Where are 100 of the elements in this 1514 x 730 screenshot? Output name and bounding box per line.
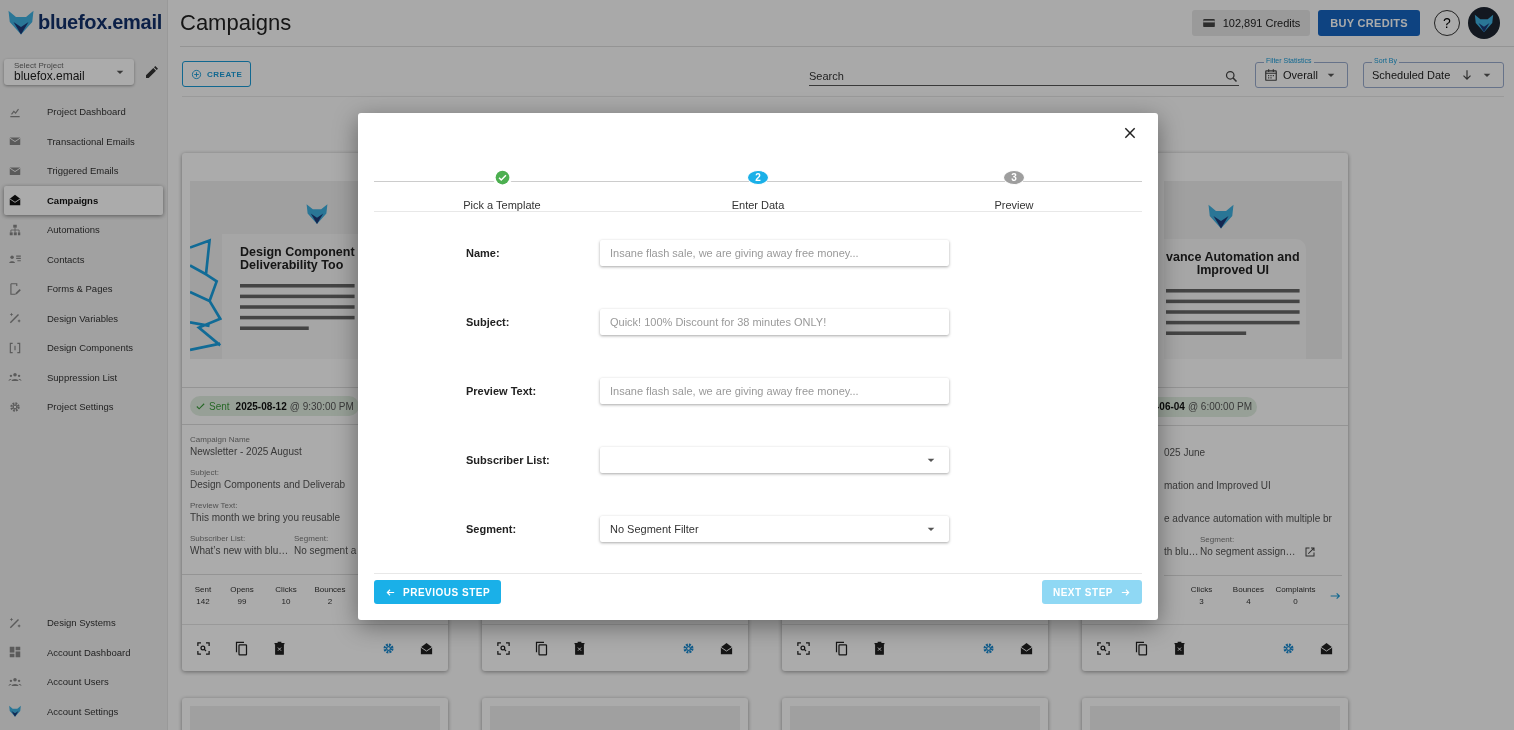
credits-count: 102,891 Credits <box>1222 17 1301 29</box>
status-label: Sent <box>209 400 230 412</box>
email-heading: vance Automation and <box>1166 251 1300 264</box>
trash-icon[interactable] <box>872 640 887 656</box>
scan-icon[interactable] <box>1096 640 1111 656</box>
logo-text: bluefox.email <box>38 10 162 34</box>
nav-item[interactable]: Transactional Emails <box>4 126 163 156</box>
open-envelope-icon <box>8 193 22 208</box>
stat-value: 10 <box>281 596 291 606</box>
brackets-icon <box>8 340 22 355</box>
input-field[interactable]: Insane flash sale, we are giving away free money... <box>600 378 949 404</box>
nav-item[interactable]: Project Settings <box>4 392 163 422</box>
step-label: Preview <box>994 199 1034 211</box>
edit-icon[interactable] <box>144 64 160 80</box>
step-label: Pick a Template <box>463 199 541 211</box>
field-value: Design Components and Deliverab <box>190 478 347 492</box>
stat-value: 4 <box>1246 597 1251 606</box>
field-label: Segment: <box>1200 534 1236 545</box>
field-label: Segment: <box>466 523 518 535</box>
copy-icon[interactable] <box>1134 640 1149 656</box>
field-label: Campaign Name <box>190 435 252 445</box>
stat-label: Opens <box>230 584 254 594</box>
field-label: Subject: <box>466 316 511 328</box>
open-envelope-icon[interactable] <box>1319 640 1334 656</box>
copy-icon[interactable] <box>534 640 549 656</box>
nav-item[interactable]: Forms & Pages <box>4 274 163 304</box>
scan-icon[interactable] <box>496 640 511 656</box>
copy-icon[interactable] <box>834 640 849 656</box>
status-date: -06-04 <box>1156 401 1185 412</box>
nav-item[interactable]: Account Users <box>4 667 163 697</box>
field-value: No segment assign… <box>1200 544 1296 559</box>
step-number: 2 <box>747 170 769 185</box>
nav-item[interactable]: Account Dashboard <box>4 637 163 667</box>
nav-item[interactable]: Triggered Emails <box>4 156 163 186</box>
buy-credits-button[interactable]: BUY CREDITS <box>1318 10 1420 36</box>
help-button[interactable]: ? <box>1434 10 1460 36</box>
gear-icon <box>8 399 22 414</box>
stat-value: 142 <box>196 596 210 606</box>
field-label: Subscriber List: <box>190 534 247 544</box>
open-envelope-icon[interactable] <box>419 640 434 656</box>
field-value: Overall <box>1283 69 1318 81</box>
stat-label: Bounces <box>1232 585 1264 594</box>
trash-icon[interactable] <box>1172 640 1187 656</box>
project-select[interactable]: Select Project bluefox.email <box>4 59 134 85</box>
field-label: Segment: <box>294 534 330 544</box>
nav-item[interactable]: Design Variables <box>4 303 163 333</box>
nav-item[interactable]: Suppression List <box>4 362 163 392</box>
stat-label: Clicks <box>275 584 297 594</box>
select-field[interactable]: No Segment Filter <box>600 516 949 542</box>
status-time: @ 6:00:00 PM <box>1187 401 1252 412</box>
field-value: mation and Improved UI <box>1164 478 1272 493</box>
form-icon <box>8 281 22 296</box>
close-icon[interactable] <box>1122 125 1138 141</box>
add-icon <box>191 68 202 80</box>
email-heading: Design Component <box>240 246 355 259</box>
search-icon <box>1224 68 1239 84</box>
nav-item[interactable]: Contacts <box>4 244 163 274</box>
field-label: Subscriber List: <box>466 454 551 466</box>
nav-item[interactable]: Design Components <box>4 333 163 363</box>
input-field[interactable]: Quick! 100% Discount for 38 minutes ONLY! <box>600 309 949 335</box>
sitemap-icon <box>8 222 22 237</box>
email-heading: Deliverability Too <box>240 259 344 272</box>
field-value: Newsletter - 2025 August <box>190 445 303 459</box>
open-envelope-icon[interactable] <box>719 640 734 656</box>
nav-item[interactable]: Design Systems <box>4 608 163 638</box>
credit-card-icon <box>1201 16 1216 30</box>
stat-label: Clicks <box>1190 585 1213 594</box>
stat-label: Bounces <box>314 584 346 594</box>
field-value: This month we bring you reusable <box>190 511 342 525</box>
search-field[interactable]: Search <box>809 68 1224 84</box>
input-field[interactable]: Insane flash sale, we are giving away free money... <box>600 240 949 266</box>
check-icon <box>195 400 206 412</box>
field-value: 025 June <box>1164 445 1207 460</box>
status-date: 2025-08-12 <box>235 400 287 412</box>
external-link-icon[interactable] <box>1303 545 1316 558</box>
field-label: Preview Text: <box>466 385 538 397</box>
fox-icon <box>1473 12 1495 34</box>
open-envelope-icon[interactable] <box>1019 640 1034 656</box>
field-label: Select Project <box>14 61 65 70</box>
stat-value: 0 <box>1293 597 1298 606</box>
scan-icon[interactable] <box>796 640 811 656</box>
nav-item[interactable]: Campaigns <box>4 185 163 215</box>
nav-item[interactable]: Automations <box>4 215 163 245</box>
field-value: What’s new with blu… <box>190 544 289 558</box>
field-value: th blu… <box>1164 544 1199 559</box>
field-label: Name: <box>466 247 501 259</box>
email-heading: Improved UI <box>1195 264 1270 277</box>
step-number: 3 <box>1003 170 1025 185</box>
stat-value: 3 <box>1199 597 1204 606</box>
copy-icon[interactable] <box>234 640 249 656</box>
avatar[interactable] <box>1468 7 1500 39</box>
scan-icon[interactable] <box>196 640 211 656</box>
field-value: Scheduled Date <box>1372 69 1452 81</box>
status-time: @ 9:30:00 PM <box>289 400 354 412</box>
trash-icon[interactable] <box>272 640 287 656</box>
calendar-icon <box>1264 68 1278 82</box>
nav-item[interactable]: Project Dashboard <box>4 97 163 127</box>
nav-item[interactable]: Account Settings <box>4 696 163 726</box>
trash-icon[interactable] <box>572 640 587 656</box>
arrow-left-icon <box>385 586 396 598</box>
